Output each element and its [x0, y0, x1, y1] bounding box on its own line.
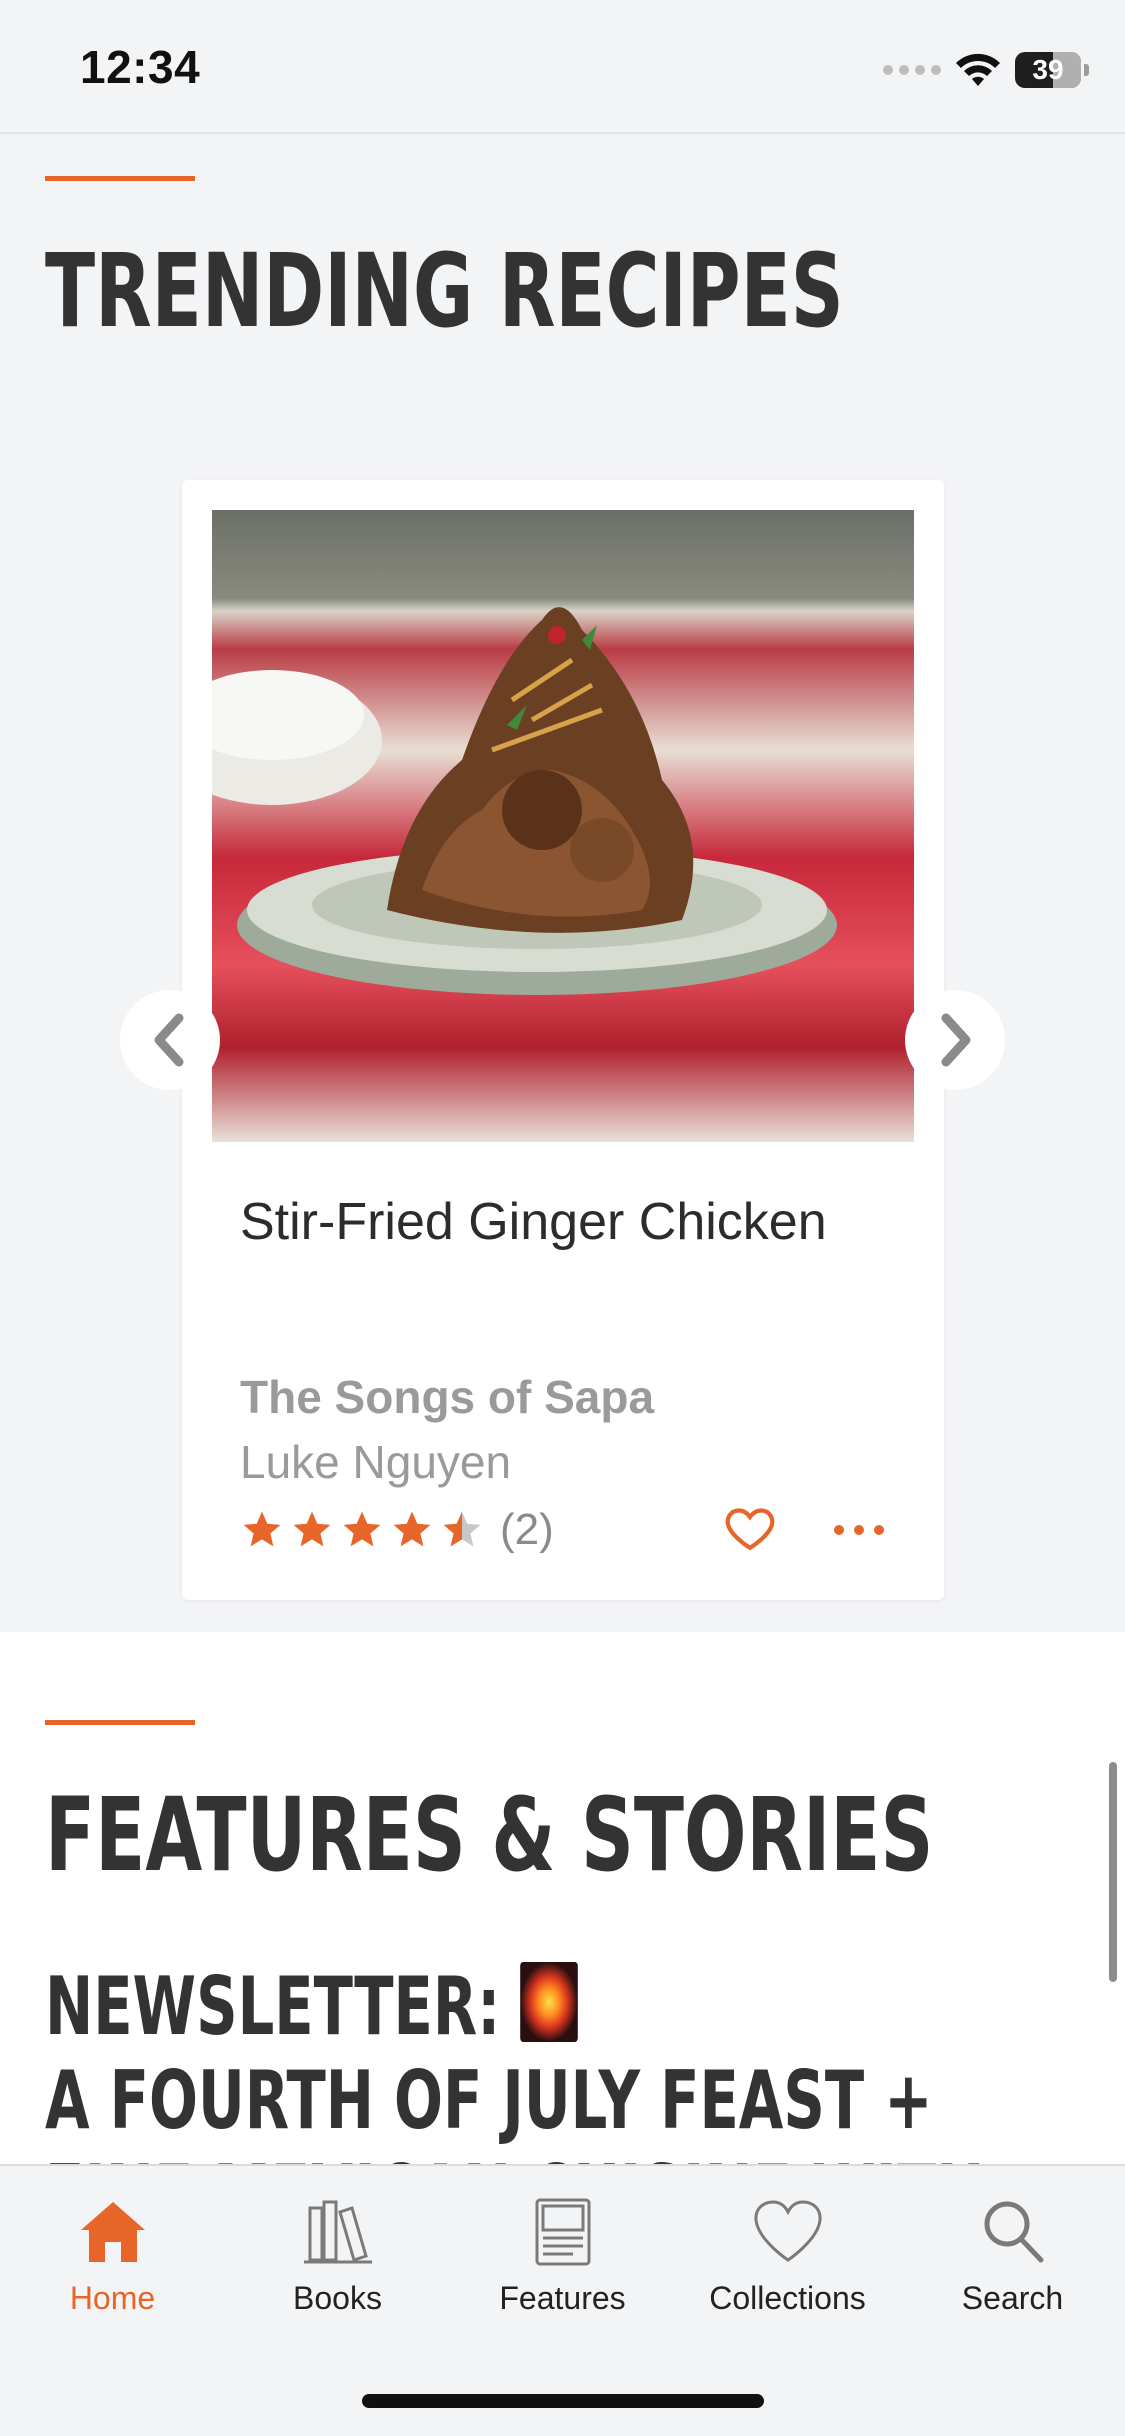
- section-accent-line: [45, 1720, 195, 1725]
- favorite-heart-icon[interactable]: [722, 1500, 778, 1556]
- wifi-icon: [956, 53, 1000, 86]
- battery-icon: 39: [1015, 52, 1089, 88]
- next-arrow-button[interactable]: [905, 990, 1005, 1090]
- recipe-author[interactable]: Luke Nguyen: [240, 1435, 511, 1489]
- tab-label: Collections: [709, 2280, 866, 2316]
- books-icon: [303, 2200, 372, 2264]
- chevron-left-icon: [154, 1013, 184, 1067]
- tab-search[interactable]: Search: [900, 2192, 1125, 2332]
- status-icons: 39: [883, 48, 1089, 92]
- tab-features[interactable]: Features: [450, 2192, 675, 2332]
- recipe-card[interactable]: Stir-Fried Ginger Chicken The Songs of S…: [182, 480, 944, 1600]
- status-time: 12:34: [80, 41, 201, 93]
- more-options-icon[interactable]: [834, 1510, 884, 1550]
- recipe-book[interactable]: The Songs of Sapa: [240, 1370, 654, 1424]
- rating: (2): [240, 1505, 554, 1555]
- home-indicator: [362, 2394, 764, 2408]
- story-title-prefix: Newsletter:: [45, 1960, 501, 2053]
- battery-level: 39: [1032, 54, 1064, 85]
- trending-heading: Trending Recipes: [45, 232, 844, 351]
- section-accent-line: [45, 176, 195, 181]
- tab-books[interactable]: Books: [225, 2192, 450, 2332]
- star-icon: [393, 1511, 431, 1547]
- star-icon: [343, 1511, 381, 1547]
- rating-count: (2): [500, 1505, 554, 1554]
- star-icon: [293, 1511, 331, 1547]
- recipe-image[interactable]: [212, 510, 914, 1142]
- features-heading: Features & Stories: [45, 1776, 934, 1895]
- status-bar: 12:34 39: [0, 0, 1125, 134]
- home-icon: [80, 2202, 145, 2262]
- tab-label: Books: [293, 2280, 382, 2316]
- recipe-title[interactable]: Stir-Fried Ginger Chicken: [240, 1192, 900, 1252]
- star-icon: [243, 1511, 281, 1547]
- scrollbar[interactable]: [1109, 1762, 1117, 1982]
- recipe-photo-illustration: [212, 607, 837, 995]
- tab-label: Features: [499, 2280, 626, 2316]
- tab-home[interactable]: Home: [0, 2192, 225, 2332]
- previous-arrow-button[interactable]: [120, 990, 220, 1090]
- tab-label: Home: [69, 2280, 156, 2316]
- heart-icon: [753, 2200, 822, 2262]
- firework-icon: [520, 1962, 578, 2042]
- tab-collections[interactable]: Collections: [675, 2192, 900, 2332]
- search-icon: [984, 2201, 1043, 2263]
- tab-label: Search: [961, 2280, 1064, 2316]
- star-half-icon: [443, 1511, 481, 1547]
- cellular-signal-icon: [883, 65, 941, 75]
- chevron-right-icon: [941, 1013, 971, 1067]
- app-screen: 12:34 39 Trending Recipes: [0, 0, 1125, 2436]
- features-icon: [535, 2198, 590, 2266]
